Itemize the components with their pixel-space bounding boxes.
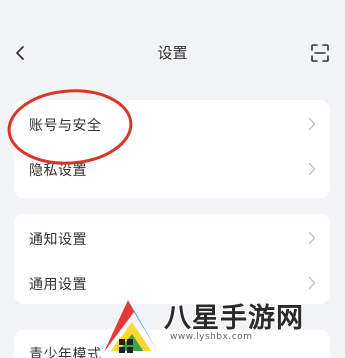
settings-item-notifications[interactable]: 通知设置 — [14, 216, 330, 261]
chevron-right-icon — [308, 276, 316, 290]
watermark-url: www.lyshbx.com — [170, 332, 253, 342]
settings-item-label: 隐私设置 — [29, 163, 87, 179]
settings-group-account: 账号与安全 隐私设置 — [14, 100, 330, 198]
chevron-right-icon — [308, 162, 316, 176]
settings-item-label: 账号与安全 — [29, 118, 102, 134]
settings-item-label: 通知设置 — [29, 232, 87, 248]
scan-icon — [311, 44, 329, 62]
settings-item-privacy[interactable]: 隐私设置 — [14, 147, 330, 192]
scan-button[interactable] — [307, 40, 333, 66]
watermark: 八星手游网 www.lyshbx.com — [100, 292, 345, 358]
watermark-text: 八星手游网 — [164, 303, 304, 334]
settings-group-general: 通知设置 通用设置 — [14, 214, 330, 304]
settings-item-label: 通用设置 — [29, 277, 87, 293]
page-title: 设置 — [157, 44, 188, 62]
settings-item-label: 青少年模式 — [29, 347, 102, 358]
settings-item-account-security[interactable]: 账号与安全 — [14, 102, 330, 147]
header-bar: 设置 — [0, 0, 345, 100]
chevron-right-icon — [308, 231, 316, 245]
chevron-right-icon — [308, 117, 316, 131]
grid-icon — [119, 339, 133, 353]
